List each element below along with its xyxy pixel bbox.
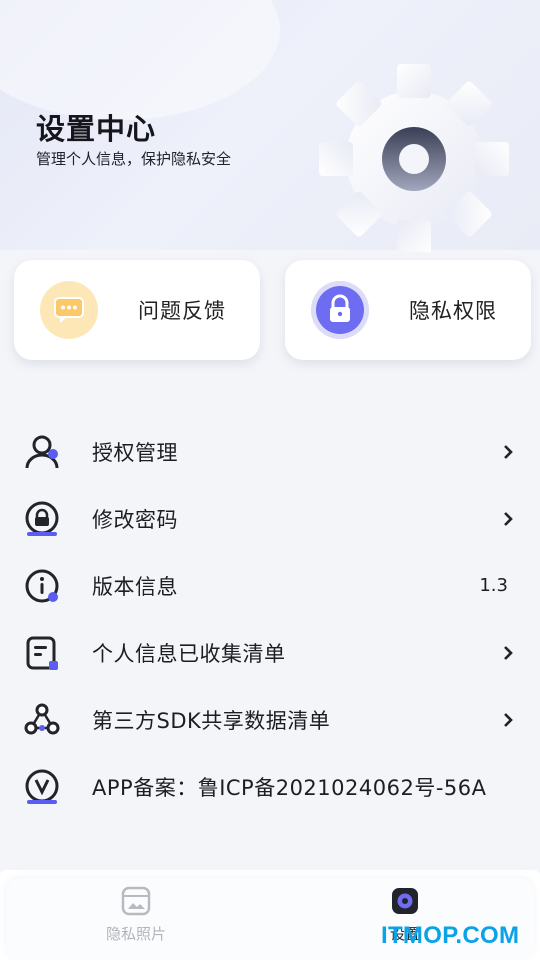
photo-icon [121,886,151,916]
feedback-card[interactable]: 问题反馈 [14,260,260,360]
menu-item-app-record[interactable]: APP备案：鲁ICP备2021024062号-56A [0,753,540,820]
watermark-text: ITMOP.COM [381,922,520,949]
menu-item-collected-info-list[interactable]: 个人信息已收集清单 [0,619,540,686]
privacy-permission-card[interactable]: 隐私权限 [285,260,531,360]
page-title: 设置中心 [36,112,157,146]
header-banner: 设置中心 管理个人信息，保护隐私安全 [0,0,540,252]
menu-item-third-party-sdk[interactable]: 第三方SDK共享数据清单 [0,686,540,753]
lock-icon [311,281,369,339]
share-network-icon [24,703,60,734]
tab-private-photos[interactable]: 隐私照片 [86,886,186,944]
chevron-right-icon [504,712,513,727]
page-subtitle: 管理个人信息，保护隐私安全 [36,150,232,168]
document-icon [26,636,58,670]
menu-label: 第三方SDK共享数据清单 [92,708,331,733]
menu-label: 授权管理 [92,440,178,465]
menu-item-authorization[interactable]: 授权管理 [0,418,540,485]
menu-item-version[interactable]: 版本信息 1.3 [0,552,540,619]
chevron-right-icon [504,444,513,459]
gear-illustration-icon [319,64,509,252]
menu-label: 版本信息 [92,574,178,599]
tab-label: 隐私照片 [105,925,166,943]
settings-icon [392,888,418,914]
menu-label: 修改密码 [92,507,178,532]
feedback-label: 问题反馈 [138,299,226,323]
version-value: 1.3 [479,575,508,596]
privacy-permission-label: 隐私权限 [409,299,497,323]
record-v-icon [25,769,59,804]
menu-label: 个人信息已收集清单 [92,641,286,666]
chevron-right-icon [504,645,513,660]
password-lock-icon [25,501,59,536]
message-icon [40,281,98,339]
menu-label: APP备案：鲁ICP备2021024062号-56A [92,775,487,800]
settings-menu: 授权管理 修改密码 版本信息 1.3 个人信息已收集清单 第三方SDK共享数据清… [0,418,540,820]
info-icon [25,569,59,602]
user-icon [25,435,59,468]
menu-item-change-password[interactable]: 修改密码 [0,485,540,552]
chevron-right-icon [504,511,513,526]
